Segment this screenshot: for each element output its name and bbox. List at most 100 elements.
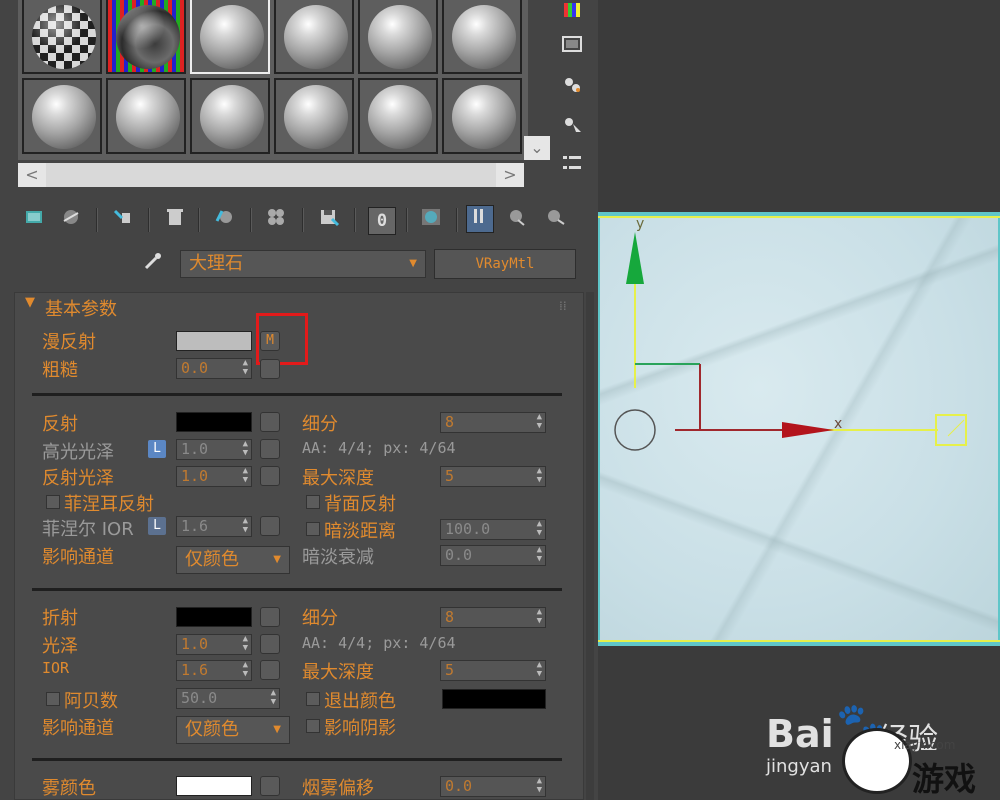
abbe-spinner[interactable]: 50.0 ▲ ▼ (176, 688, 280, 709)
material-slot[interactable] (358, 78, 438, 154)
refr-max-depth-spinner[interactable]: 5 ▲ ▼ (440, 660, 546, 681)
copy-material-icon[interactable] (212, 207, 238, 233)
fog-bias-spinner[interactable]: 0.0 ▲ ▼ (440, 776, 546, 797)
slots-horizontal-scrollbar[interactable] (46, 163, 496, 187)
panel-scrollbar[interactable] (586, 292, 594, 800)
material-preview-sphere (200, 85, 264, 149)
refr-gloss-label: 光泽 (42, 636, 78, 657)
show-map-icon[interactable] (418, 207, 444, 233)
get-material-icon[interactable] (22, 207, 48, 233)
material-id-icon[interactable]: 0 (368, 207, 396, 235)
slots-scroll-left-button[interactable]: < (18, 163, 46, 187)
fog-bias-label: 烟雾偏移 (302, 778, 374, 799)
material-preview-sphere (32, 85, 96, 149)
fresnel-ior-spinner[interactable]: 1.6 ▲ ▼ (176, 516, 252, 537)
affect-channels-dropdown[interactable]: 仅颜色 ▼ (176, 546, 290, 574)
ior-map-button[interactable] (260, 660, 280, 680)
refr-affect-channels-dropdown[interactable]: 仅颜色 ▼ (176, 716, 290, 744)
put-to-scene-icon[interactable] (58, 207, 84, 233)
fog-color-label: 雾颜色 (42, 778, 96, 799)
delete-icon[interactable] (162, 207, 188, 233)
reflect-map-button[interactable] (260, 412, 280, 432)
material-preview-sphere (200, 5, 264, 69)
material-slot[interactable] (190, 78, 270, 154)
spinner-arrows-icon: ▲ ▼ (536, 545, 542, 564)
fresnel-checkbox[interactable] (46, 495, 60, 509)
select-by-material-icon[interactable] (558, 114, 588, 142)
fog-color-map-button[interactable] (260, 776, 280, 796)
show-end-result-icon[interactable] (466, 205, 494, 233)
dim-falloff-spinner[interactable]: 0.0 ▲ ▼ (440, 545, 546, 566)
material-slot[interactable] (274, 0, 354, 74)
toolbar-separator (198, 208, 200, 232)
reflect-label: 反射 (42, 414, 78, 435)
go-forward-icon[interactable] (542, 207, 568, 233)
roughness-map-button[interactable] (260, 359, 280, 379)
color-bars-icon[interactable] (558, 0, 588, 28)
material-slot[interactable] (442, 78, 522, 154)
hilight-gloss-map-button[interactable] (260, 439, 280, 459)
fresnel-ior-map-button[interactable] (260, 516, 280, 536)
toolbar-separator (456, 208, 458, 232)
material-name-dropdown[interactable]: 大理石 ▼ (180, 250, 426, 278)
make-unique-icon[interactable] (264, 207, 290, 233)
spinner-arrows-icon: ▲ ▼ (270, 688, 276, 707)
y-axis-arrow-icon[interactable] (622, 228, 648, 288)
sample-uv-icon[interactable] (558, 74, 588, 102)
refl-max-depth-spinner[interactable]: 5 ▲ ▼ (440, 466, 546, 487)
refr-affect-channels-label: 影响通道 (42, 718, 114, 739)
roughness-spinner[interactable]: 0.0 ▲ ▼ (176, 358, 252, 379)
fresnel-ior-lock-button[interactable]: L (148, 517, 166, 535)
dim-distance-value: 100.0 (445, 520, 491, 538)
refr-gloss-spinner[interactable]: 1.0 ▲ ▼ (176, 634, 252, 655)
dim-distance-spinner[interactable]: 100.0 ▲ ▼ (440, 519, 546, 540)
reflect-color-swatch[interactable] (176, 412, 252, 432)
dim-falloff-value: 0.0 (445, 546, 473, 564)
refract-map-button[interactable] (260, 607, 280, 627)
render-map-icon[interactable] (558, 34, 588, 62)
options-list-icon[interactable] (558, 152, 588, 180)
refr-gloss-value: 1.0 (181, 635, 209, 653)
exit-color-swatch[interactable] (442, 689, 546, 709)
highlight-box (256, 313, 308, 365)
fog-color-swatch[interactable] (176, 776, 252, 796)
material-slot[interactable] (274, 78, 354, 154)
spinner-arrows-icon: ▲ ▼ (242, 439, 248, 458)
go-to-parent-icon[interactable] (504, 207, 530, 233)
affect-shadows-checkbox[interactable] (306, 719, 320, 733)
material-slot[interactable] (106, 0, 186, 74)
hilight-gloss-spinner[interactable]: 1.0 ▲ ▼ (176, 439, 252, 460)
slots-scroll-right-button[interactable]: > (496, 163, 524, 187)
refl-gloss-map-button[interactable] (260, 466, 280, 486)
abbe-checkbox[interactable] (46, 692, 60, 706)
material-slot[interactable] (22, 78, 102, 154)
assign-material-icon[interactable] (110, 207, 136, 233)
refr-gloss-map-button[interactable] (260, 634, 280, 654)
material-slot[interactable] (358, 0, 438, 74)
material-slot[interactable] (106, 78, 186, 154)
toolbar-separator (148, 208, 150, 232)
material-preview-sphere (452, 5, 516, 69)
refr-subdivs-spinner[interactable]: 8 ▲ ▼ (440, 607, 546, 628)
refract-color-swatch[interactable] (176, 607, 252, 627)
x-axis-arrow-icon[interactable] (778, 418, 838, 444)
save-to-library-icon[interactable] (316, 207, 342, 233)
back-reflect-checkbox[interactable] (306, 495, 320, 509)
hilight-lock-button[interactable]: L (148, 440, 166, 458)
material-slot[interactable] (190, 0, 270, 74)
refr-aa-text: AA: 4/4; px: 4/64 (302, 634, 456, 652)
dim-distance-checkbox[interactable] (306, 522, 320, 536)
material-slot[interactable] (442, 0, 522, 74)
refl-subdivs-spinner[interactable]: 8 ▲ ▼ (440, 412, 546, 433)
material-slot[interactable] (22, 0, 102, 74)
refl-gloss-spinner[interactable]: 1.0 ▲ ▼ (176, 466, 252, 487)
ior-spinner[interactable]: 1.6 ▲ ▼ (176, 660, 252, 681)
roughness-label: 粗糙 (42, 360, 78, 381)
slots-scroll-down-button[interactable]: ⌄ (524, 136, 550, 160)
diffuse-color-swatch[interactable] (176, 331, 252, 351)
viewport[interactable]: y x Bai 🐾 经验 jingyan xiayx.com 游戏 (598, 0, 1000, 800)
rollout-grip-icon: ⁞⁞ (559, 299, 567, 313)
material-type-button[interactable]: VRayMtl (434, 249, 576, 279)
exit-color-checkbox[interactable] (306, 692, 320, 706)
eyedropper-icon[interactable] (140, 250, 166, 276)
